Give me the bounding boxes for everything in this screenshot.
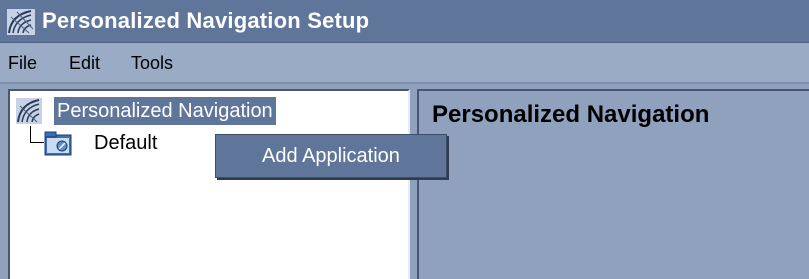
context-menu: Add Application [215, 134, 447, 178]
menu-edit[interactable]: Edit [69, 52, 100, 74]
globe-grid-icon [7, 9, 35, 35]
menu-file[interactable]: File [8, 52, 37, 74]
tree-connector-line [30, 142, 44, 143]
detail-panel-title: Personalized Navigation [432, 101, 710, 128]
tree-connector-line [30, 126, 31, 142]
menu-bar: File Edit Tools [0, 43, 809, 84]
tree-node-default-label[interactable]: Default [94, 129, 157, 157]
window-title: Personalized Navigation Setup [42, 8, 370, 33]
navigation-tree-panel: Personalized Navigation Default [8, 89, 410, 279]
globe-grid-icon [16, 98, 42, 124]
detail-panel: Personalized Navigation [417, 89, 809, 279]
window-titlebar[interactable]: Personalized Navigation Setup [0, 0, 809, 43]
menu-tools[interactable]: Tools [131, 52, 173, 74]
context-menu-add-application[interactable]: Add Application [216, 135, 446, 177]
folder-icon [44, 129, 72, 157]
tree-node-root-label[interactable]: Personalized Navigation [54, 97, 276, 125]
